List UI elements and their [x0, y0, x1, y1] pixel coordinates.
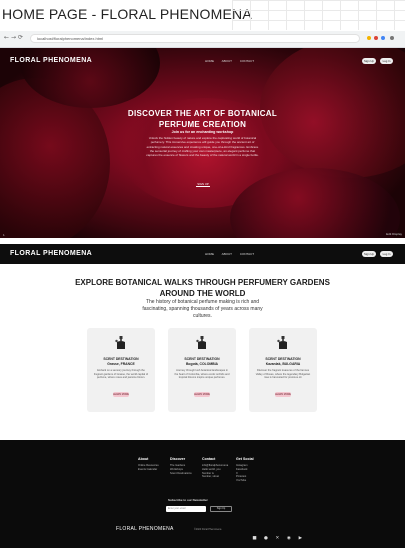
- footer-link[interactable]: YouTube: [236, 479, 254, 483]
- nav-link-home[interactable]: HOME: [205, 59, 214, 63]
- card-location: Bogotá, COLOMBIA: [185, 362, 219, 366]
- nav-link-contact[interactable]: CONTACT: [240, 252, 254, 256]
- card-body: Journey through lush botanical landscape…: [174, 369, 230, 380]
- footer-heading: About: [138, 457, 149, 461]
- hero-subheading: Join us for an enchanting workshop: [171, 130, 234, 134]
- hero-sign-up-button[interactable]: SIGN UP: [196, 182, 210, 187]
- card-title: SCENT DESTINATION: [184, 357, 220, 361]
- learn-more-button[interactable]: LEARN MORE: [275, 392, 291, 397]
- walks-paragraph: The history of botanical perfume making …: [142, 299, 263, 319]
- title-grid-decoration: [232, 0, 405, 30]
- learn-more-button[interactable]: LEARN MORE: [113, 392, 129, 397]
- log-in-button[interactable]: Log In: [380, 58, 393, 64]
- hero-section: FLORAL PHENOMENA HOME ABOUT CONTACT Sign…: [0, 48, 405, 238]
- nav-link-about[interactable]: ABOUT: [222, 252, 232, 256]
- perfume-bottle-icon: [196, 336, 206, 349]
- log-in-button[interactable]: Log In: [380, 251, 393, 257]
- extension-icon[interactable]: [374, 36, 378, 40]
- browser-toolbar: ← → ⟳ localhost/floralphenomena/index.ht…: [0, 31, 405, 48]
- brand-logo[interactable]: FLORAL PHENOMENA: [10, 250, 92, 257]
- card-body: Discover the fragrant treasures of the f…: [255, 369, 311, 380]
- site-footer: About Online Resources Events Calendar D…: [0, 440, 405, 548]
- card-body: Embark on a sensory journey through the …: [93, 369, 149, 380]
- card-title: SCENT DESTINATION: [103, 357, 139, 361]
- destination-card: SCENT DESTINATION Kazanlak, BULGARIA Dis…: [249, 328, 317, 412]
- nav-links: HOME ABOUT CONTACT: [205, 59, 261, 63]
- newsletter-sign-up-button[interactable]: Sign Up: [210, 506, 232, 512]
- reload-icon[interactable]: ⟳: [18, 35, 23, 41]
- card-location: Grasse, FRANCE: [107, 362, 135, 366]
- footer-column-social: Get Social Instagram Facebook X Pinteres…: [236, 457, 254, 483]
- footer-column-contact: Contact info@floralphenomena Hello world…: [202, 457, 228, 479]
- nav-link-home[interactable]: HOME: [205, 252, 214, 256]
- card-title: SCENT DESTINATION: [265, 357, 301, 361]
- footer-column-discover: Discover The Gardens Workshops Scent Des…: [170, 457, 192, 475]
- hero-heading: DISCOVER THE ART OF BOTANICAL: [127, 109, 278, 118]
- learn-more-button[interactable]: LEARN MORE: [194, 392, 210, 397]
- second-navbar: FLORAL PHENOMENA HOME ABOUT CONTACT Sign…: [0, 244, 405, 264]
- newsletter-label: Subscribe to our Newsletter: [168, 498, 208, 502]
- slide-indicator: 1: [3, 233, 5, 237]
- destination-card: SCENT DESTINATION Grasse, FRANCE Embark …: [87, 328, 155, 412]
- footer-copyright: ©2024 Floral Phenomena: [194, 528, 222, 531]
- footer-link[interactable]: Scent Destinations: [170, 472, 192, 476]
- extension-icon[interactable]: [367, 36, 371, 40]
- address-bar[interactable]: localhost/floralphenomena/index.html: [30, 34, 360, 43]
- x-icon[interactable]: ✕: [275, 536, 280, 541]
- sign-up-button[interactable]: Sign Up: [362, 251, 376, 257]
- nav-link-about[interactable]: ABOUT: [222, 59, 232, 63]
- footer-heading: Get Social: [236, 457, 254, 461]
- display-label: Edit Display: [386, 232, 402, 236]
- walks-heading: EXPLORE BOTANICAL WALKS THROUGH PERFUMER…: [75, 278, 330, 287]
- youtube-icon[interactable]: ▶: [298, 536, 303, 541]
- back-arrow-icon[interactable]: ←: [4, 35, 9, 41]
- extension-icon[interactable]: [381, 36, 385, 40]
- hero-body-text: Unlock the hidden beauty of nature and e…: [146, 136, 259, 158]
- footer-brand[interactable]: FLORAL PHENOMENA: [116, 526, 174, 532]
- footer-heading: Discover: [170, 457, 186, 461]
- page-title: HOME PAGE - FLORAL PHENOMENA: [2, 6, 252, 22]
- perfume-bottle-icon: [115, 336, 125, 349]
- forward-arrow-icon[interactable]: →: [11, 35, 16, 41]
- footer-link[interactable]: Events Calendar: [138, 468, 159, 472]
- hero-heading: PERFUME CREATION: [158, 120, 247, 129]
- address-bar-url: localhost/floralphenomena/index.html: [37, 36, 104, 41]
- perfume-bottle-icon: [277, 336, 287, 349]
- instagram-icon[interactable]: ■: [252, 536, 257, 541]
- nav-links: HOME ABOUT CONTACT: [205, 252, 261, 256]
- destination-card: SCENT DESTINATION Bogotá, COLOMBIA Journ…: [168, 328, 236, 412]
- walks-heading: AROUND THE WORLD: [159, 289, 246, 298]
- sign-up-button[interactable]: Sign Up: [362, 58, 376, 64]
- profile-icon[interactable]: [390, 36, 394, 40]
- social-icons: ■ ● ✕ ◉ ▶: [252, 526, 305, 544]
- footer-heading: Contact: [202, 457, 216, 461]
- brand-logo[interactable]: FLORAL PHENOMENA: [10, 57, 92, 64]
- page-title-banner: HOME PAGE - FLORAL PHENOMENA: [0, 0, 405, 30]
- footer-column-about: About Online Resources Events Calendar: [138, 457, 159, 472]
- card-location: Kazanlak, BULGARIA: [265, 362, 301, 366]
- newsletter-email-input[interactable]: Enter your email: [166, 506, 206, 512]
- footer-text: Number, street: [202, 475, 220, 479]
- facebook-icon[interactable]: ●: [263, 536, 268, 541]
- botanical-walks-section: EXPLORE BOTANICAL WALKS THROUGH PERFUMER…: [0, 264, 405, 429]
- top-navbar: FLORAL PHENOMENA HOME ABOUT CONTACT Sign…: [0, 48, 405, 72]
- nav-link-contact[interactable]: CONTACT: [240, 59, 254, 63]
- newsletter-placeholder: Enter your email: [168, 507, 186, 510]
- pinterest-icon[interactable]: ◉: [286, 536, 291, 541]
